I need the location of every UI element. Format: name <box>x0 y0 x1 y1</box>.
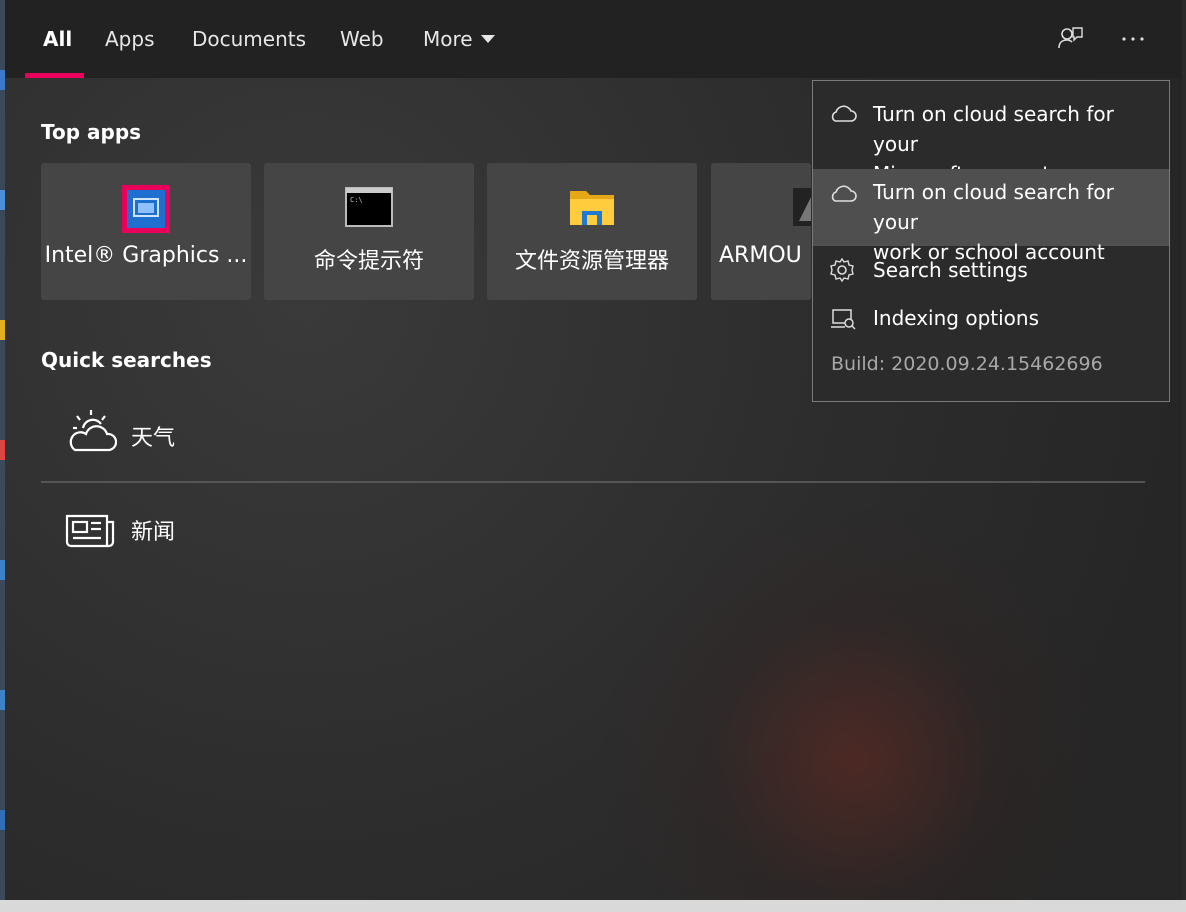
app-tile-label: ARMOU <box>719 243 802 268</box>
more-options-icon[interactable] <box>1119 24 1149 54</box>
svg-text:C:\: C:\ <box>350 196 363 204</box>
tab-documents[interactable]: Documents <box>192 22 306 56</box>
app-tile-command-prompt[interactable]: C:\ 命令提示符 <box>264 163 474 300</box>
quick-search-label: 天气 <box>131 426 176 451</box>
quick-searches-heading: Quick searches <box>41 348 212 372</box>
app-tile-label: 命令提示符 <box>313 249 424 274</box>
app-tile-label: 文件资源管理器 <box>514 249 669 274</box>
search-header: All Apps Documents Web More <box>5 0 1182 78</box>
divider <box>41 481 1145 483</box>
app-tile-label: Intel® Graphics ... <box>44 243 248 268</box>
file-explorer-icon <box>568 185 616 229</box>
menu-item-label-line1: Turn on cloud search for your <box>873 102 1114 156</box>
chevron-down-icon <box>480 34 495 43</box>
top-apps-heading: Top apps <box>41 120 142 144</box>
menu-item-search-settings[interactable]: Search settings <box>813 251 1169 291</box>
tab-more[interactable]: More <box>423 22 495 56</box>
app-tile-intel-graphics[interactable]: Intel® Graphics ... <box>41 163 251 300</box>
tab-more-label: More <box>423 27 473 51</box>
intel-graphics-icon <box>122 185 170 233</box>
active-tab-indicator <box>25 73 84 78</box>
cloud-icon <box>829 101 857 125</box>
tab-web[interactable]: Web <box>340 22 384 56</box>
tab-all[interactable]: All <box>43 22 72 56</box>
menu-item-cloud-microsoft[interactable]: Turn on cloud search for your Microsoft … <box>813 87 1169 186</box>
app-tile-armoury[interactable]: ARMOU <box>711 163 811 300</box>
desktop-edge-right <box>1182 0 1186 912</box>
armoury-icon <box>791 185 811 229</box>
feedback-icon[interactable] <box>1055 24 1085 54</box>
quick-search-label: 新闻 <box>131 520 176 545</box>
menu-item-cloud-work[interactable]: Turn on cloud search for your work or sc… <box>813 169 1169 264</box>
weather-icon <box>65 408 118 454</box>
search-panel: All Apps Documents Web More Top apps Int… <box>5 0 1182 900</box>
build-version: Build: 2020.09.24.15462696 <box>831 353 1103 375</box>
desktop-taskbar-edge <box>0 900 1186 912</box>
menu-item-label: Indexing options <box>873 306 1040 330</box>
app-tile-file-explorer[interactable]: 文件资源管理器 <box>487 163 697 300</box>
indexing-icon <box>829 307 857 331</box>
quick-search-weather[interactable]: 天气 <box>41 396 1145 476</box>
menu-item-label-line1: Turn on cloud search for your <box>873 180 1114 234</box>
cloud-icon <box>829 181 857 205</box>
gear-icon <box>829 257 857 283</box>
news-icon <box>65 510 117 556</box>
tab-apps[interactable]: Apps <box>105 22 155 56</box>
menu-item-label: Search settings <box>873 258 1028 282</box>
command-prompt-icon: C:\ <box>345 185 393 229</box>
quick-search-news[interactable]: 新闻 <box>41 492 1145 572</box>
options-menu: Turn on cloud search for your Microsoft … <box>812 80 1170 402</box>
menu-item-indexing-options[interactable]: Indexing options <box>813 299 1169 339</box>
